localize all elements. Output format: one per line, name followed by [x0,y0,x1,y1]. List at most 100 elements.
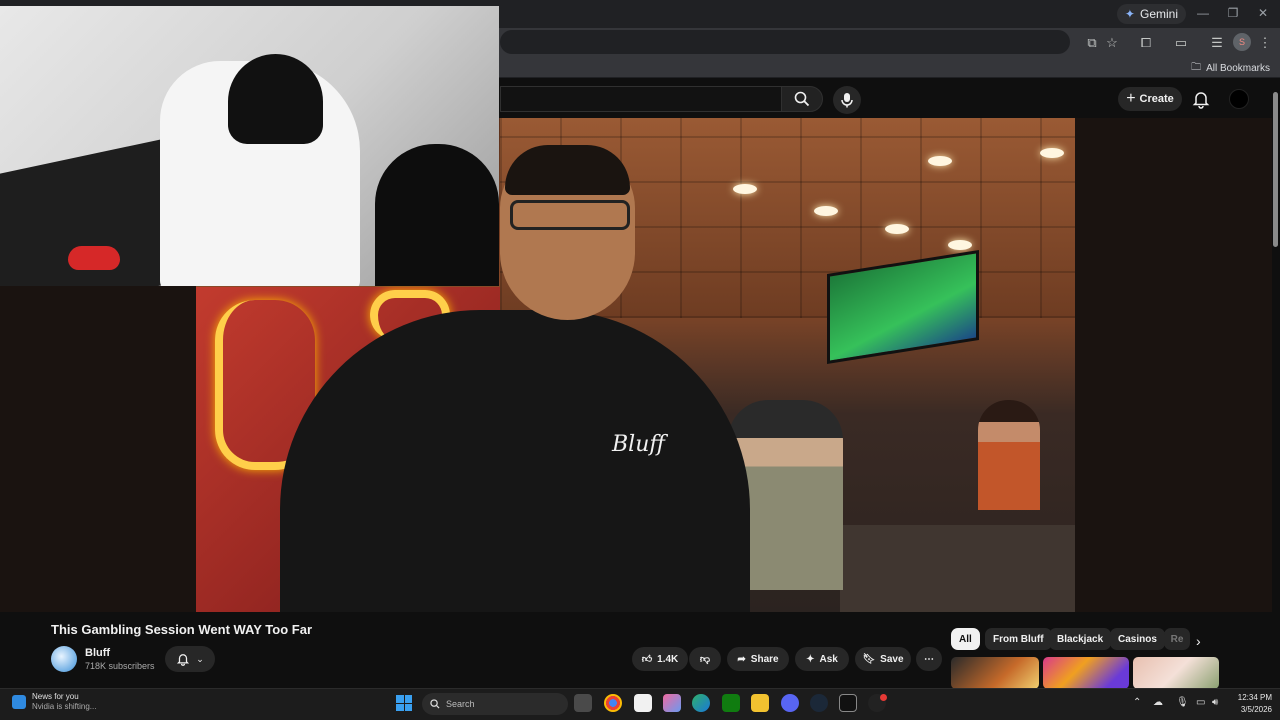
account-avatar[interactable] [1229,89,1249,109]
task-view-icon[interactable] [574,694,592,712]
casino-table [840,525,1075,612]
ceiling-light [733,184,757,194]
ceiling-light [885,224,909,234]
minimize-icon[interactable]: — [1188,6,1218,20]
extensions-icon[interactable]: ⧠ [1137,34,1155,52]
taskbar-search-placeholder: Search [446,699,475,709]
notifications-button[interactable] [1191,89,1211,109]
gemini-button[interactable]: ✦ Gemini [1116,4,1186,24]
scrollbar-thumb[interactable] [1273,92,1278,247]
clock-time: 12:34 PM [1237,693,1272,702]
news-subtitle: Nvidia is shifting... [32,702,97,711]
search-input[interactable] [500,86,782,112]
share-icon: ➦ [737,653,746,665]
create-label: Create [1139,93,1174,105]
xbox-icon[interactable] [722,694,740,712]
edge-icon[interactable] [692,694,710,712]
host-hair [505,145,630,195]
chip-casinos[interactable]: Casinos [1110,628,1165,650]
close-icon[interactable]: ✕ [1248,6,1278,20]
shirt-logo: Bluff [612,432,665,457]
chip-from-bluff[interactable]: From Bluff [985,628,1052,650]
address-bar[interactable] [500,30,1070,54]
channel-name[interactable]: Bluff [85,647,110,659]
bell-icon [1192,92,1210,109]
reading-list-icon[interactable]: ☰ [1208,34,1226,52]
gemini-icon: ✦ [1124,7,1135,21]
search-icon [794,91,810,107]
subscribed-bell-button[interactable]: ⌄ [165,646,215,672]
discord-icon[interactable] [781,694,799,712]
folder-icon: 🗀 [1191,62,1202,73]
chip-partial[interactable]: Re [1164,628,1190,650]
voice-search-button[interactable] [833,86,861,114]
ask-button[interactable]: ✦ Ask [795,647,849,671]
channel-avatar[interactable] [51,646,77,672]
save-button[interactable]: 🔖︎ Save [855,647,911,671]
related-video-thumbnail[interactable] [1043,657,1129,689]
host-glasses [510,200,630,230]
microphone-icon [841,93,853,108]
copilot-icon[interactable] [663,694,681,712]
ceiling-light [1040,148,1064,158]
capcut-icon[interactable] [839,694,857,712]
file-explorer-icon[interactable] [751,694,769,712]
gemini-label: Gemini [1139,7,1178,21]
notification-dot [880,694,887,701]
chevron-down-icon: ⌄ [196,653,204,664]
related-video-thumbnail[interactable] [951,657,1039,689]
chip-blackjack[interactable]: Blackjack [1049,628,1112,650]
bell-icon [177,654,190,666]
like-button[interactable]: 👍︎ 1.4K [632,647,688,671]
all-bookmarks-label: All Bookmarks [1206,63,1270,74]
taskbar-search-input[interactable]: Search [422,693,568,715]
webcam-chair [228,54,323,144]
thumbs-down-icon: 👎︎ [699,654,711,665]
webcam-overlay [0,6,499,286]
related-video-thumbnail[interactable] [1133,657,1219,689]
news-widget[interactable]: News for you Nvidia is shifting... [12,692,96,712]
news-icon [12,695,26,709]
network-icon[interactable]: ☁ [1153,697,1163,708]
chevron-right-icon[interactable]: › [1196,633,1201,649]
bookmark-star-icon[interactable]: ☆ [1103,34,1121,52]
ceiling-light [948,240,972,250]
webcam-mouse [68,246,120,270]
all-bookmarks-button[interactable]: 🗀 All Bookmarks [1191,60,1270,77]
more-actions-button[interactable]: ⋯ [916,647,942,671]
video-title: This Gambling Session Went WAY Too Far [51,622,313,637]
search-button[interactable] [781,86,823,112]
share-button[interactable]: ➦ Share [727,647,789,671]
webcam-chair-back [375,144,499,286]
chrome-icon[interactable] [604,694,622,712]
plus-icon: + [1126,90,1136,107]
background-person [978,400,1040,510]
cast-icon[interactable]: ⧉ [1083,34,1101,52]
chevron-up-icon[interactable]: ⌃ [1133,697,1141,708]
ceiling-light [814,206,838,216]
chip-all[interactable]: All [951,628,980,650]
ask-label: Ask [819,653,838,665]
display-icon[interactable]: ▭ [1196,697,1205,708]
bookmark-icon: 🔖︎ [862,653,876,665]
create-button[interactable]: + Create [1118,87,1182,111]
menu-kebab-icon[interactable]: ⋮ [1256,34,1274,52]
ceiling-light [928,156,952,166]
sparkle-icon: ✦ [806,653,815,665]
profile-avatar[interactable]: S [1233,33,1251,51]
clock-date: 3/5/2026 [1240,705,1272,714]
windows-start-icon[interactable] [396,695,412,711]
dislike-button[interactable]: 👎︎ [689,647,721,671]
system-clock[interactable]: 12:34 PM 3/5/2026 [1226,692,1272,716]
microphone-tray-icon[interactable]: 🎙︎ [1176,697,1189,708]
volume-icon[interactable]: 🔊︎ [1212,697,1218,708]
restore-icon[interactable]: ❐ [1218,6,1248,20]
like-count: 1.4K [657,653,679,665]
thumbs-up-icon: 👍︎ [641,654,653,665]
share-label: Share [750,653,779,665]
file-icon[interactable] [634,694,652,712]
search-icon [430,699,440,709]
news-title: News for you [32,692,79,701]
tab-search-icon[interactable]: ▭ [1172,34,1190,52]
steam-icon[interactable] [810,694,828,712]
